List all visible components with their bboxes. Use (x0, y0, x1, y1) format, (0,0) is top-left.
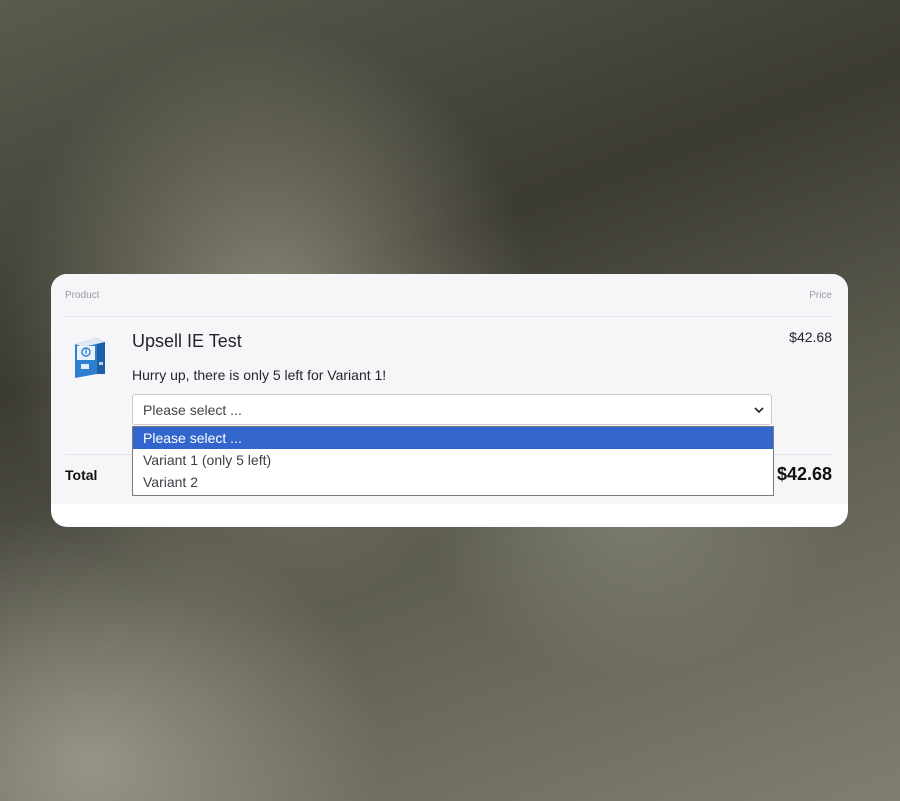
product-title[interactable]: Upsell IE Test (132, 331, 242, 352)
total-label: Total (65, 467, 98, 483)
software-box-icon (71, 330, 111, 378)
price-column-header: Price (809, 290, 832, 301)
chevron-down-icon (753, 403, 765, 415)
product-column-header: Product (65, 290, 100, 301)
variant-select[interactable]: Please select ... (132, 394, 772, 425)
variant-dropdown-list: Please select ... Variant 1 (only 5 left… (132, 426, 774, 496)
total-value: $42.68 (776, 464, 832, 484)
header-divider (65, 316, 832, 317)
variant-option-placeholder[interactable]: Please select ... (133, 427, 773, 449)
variant-option-1[interactable]: Variant 1 (only 5 left) (133, 449, 773, 471)
variant-option-2[interactable]: Variant 2 (133, 471, 773, 493)
variant-select-value: Please select ... (143, 402, 242, 418)
stock-notice: Hurry up, there is only 5 left for Varia… (132, 367, 387, 383)
item-price: $42.68 (789, 329, 832, 345)
